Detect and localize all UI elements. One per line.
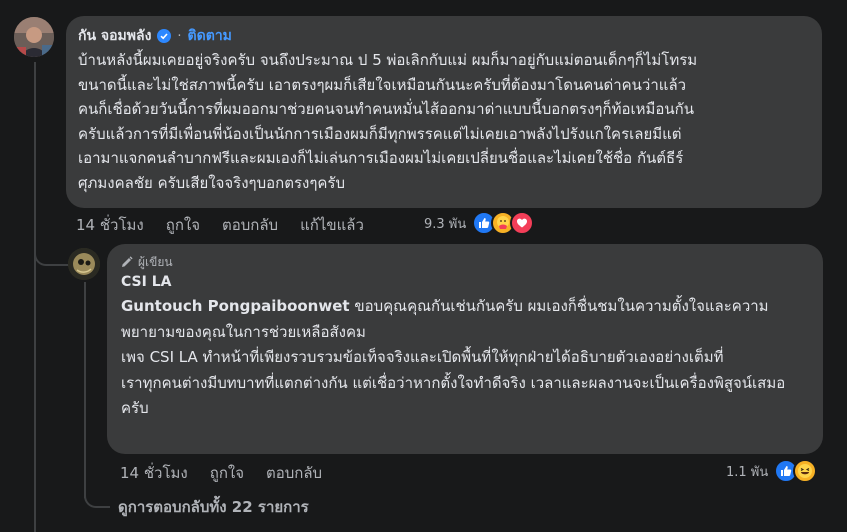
author-badge: ผู้เขียน	[121, 252, 809, 272]
haha-icon	[793, 459, 818, 483]
reaction-icons	[472, 211, 535, 235]
reply-timestamp[interactable]: 14 ชั่วโมง	[120, 461, 188, 485]
reply-author-name[interactable]: CSI LA	[121, 274, 809, 294]
reaction-summary[interactable]: 1.1 พัน	[726, 459, 818, 483]
reply-bubble: ผู้เขียน CSI LA Guntouch Pongpaiboonwet …	[107, 244, 823, 454]
reaction-count: 9.3 พัน	[424, 216, 467, 232]
reaction-count: 1.1 พัน	[726, 464, 769, 480]
comment-header: กัน จอมพลัง · ติดตาม	[78, 24, 810, 48]
reply-paragraph: เพจ CSI LA ทำหน้าที่เพียงรวบรวมข้อเท็จจร…	[121, 348, 724, 367]
separator-dot: ·	[177, 28, 182, 44]
reply-paragraph: เราทุกคนต่างมีบทบาทที่แตกต่างกัน แต่เชื่…	[121, 373, 786, 418]
reply-connector-line	[34, 236, 70, 266]
follow-button[interactable]: ติดตาม	[188, 25, 232, 47]
author-badge-label: ผู้เขียน	[138, 254, 173, 269]
mention-link[interactable]: Guntouch Pongpaiboonwet	[121, 297, 350, 315]
profile-photo-icon	[68, 248, 100, 280]
avatar[interactable]	[14, 17, 54, 57]
reaction-icons	[774, 459, 818, 483]
avatar[interactable]	[68, 248, 100, 280]
reaction-summary[interactable]: 9.3 พัน	[424, 211, 535, 235]
view-replies-connector-line	[84, 480, 110, 508]
view-all-replies-link[interactable]: ดูการตอบกลับทั้ง 22 รายการ	[118, 495, 309, 519]
profile-photo-icon	[14, 17, 54, 57]
reply-actions: 14 ชั่วโมง ถูกใจ ตอบกลับ	[120, 461, 322, 485]
comment-author-name[interactable]: กัน จอมพลัง	[78, 25, 151, 47]
reply-paragraph: Guntouch Pongpaiboonwet ขอบคุณคุณกันเช่น…	[121, 297, 769, 341]
love-icon	[510, 211, 535, 235]
edited-label[interactable]: แก้ไขแล้ว	[300, 213, 364, 237]
reply-thread-line	[84, 282, 86, 498]
comment-actions: 14 ชั่วโมง ถูกใจ ตอบกลับ แก้ไขแล้ว	[76, 213, 364, 237]
comment-timestamp[interactable]: 14 ชั่วโมง	[76, 213, 144, 237]
thread-line	[34, 62, 36, 532]
comment-text: บ้านหลังนี้ผมเคยอยู่จริงครับ จนถึงประมาณ…	[78, 51, 698, 192]
pencil-icon	[122, 256, 133, 267]
reply-button[interactable]: ตอบกลับ	[222, 213, 278, 237]
like-button[interactable]: ถูกใจ	[166, 213, 200, 237]
comment-bubble: กัน จอมพลัง · ติดตาม บ้านหลังนี้ผมเคยอยู…	[66, 16, 822, 208]
reply-button[interactable]: ตอบกลับ	[266, 461, 322, 485]
reply-text: Guntouch Pongpaiboonwet ขอบคุณคุณกันเช่น…	[121, 294, 809, 422]
verified-badge-icon	[157, 29, 172, 43]
like-button[interactable]: ถูกใจ	[210, 461, 244, 485]
